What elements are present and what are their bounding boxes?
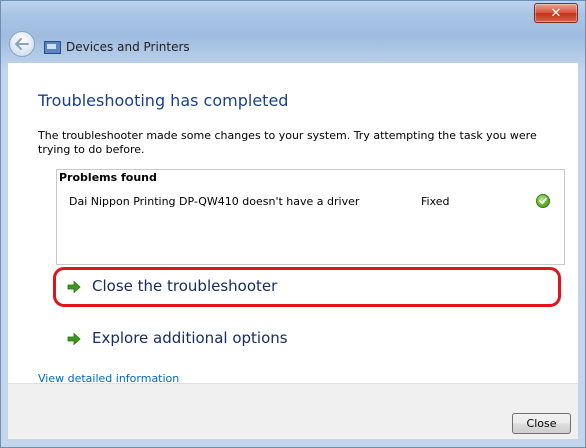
- problem-status: Fixed: [421, 195, 450, 208]
- troubleshooter-window: ✕ Devices and Printers Troubleshooting h…: [0, 0, 586, 448]
- back-arrow-icon: [15, 38, 29, 50]
- green-check-icon: [536, 194, 550, 208]
- navigation-bar: Devices and Printers: [1, 27, 585, 63]
- problem-row: Dai Nippon Printing DP-QW410 doesn't hav…: [57, 192, 564, 210]
- close-troubleshooter-link[interactable]: Close the troubleshooter: [56, 273, 546, 301]
- problems-found-box: Problems found Dai Nippon Printing DP-QW…: [56, 169, 565, 265]
- explore-options-link[interactable]: Explore additional options: [56, 325, 546, 353]
- close-button[interactable]: Close: [512, 413, 571, 434]
- nav-title: Devices and Printers: [66, 40, 190, 54]
- problem-description: Dai Nippon Printing DP-QW410 doesn't hav…: [69, 195, 360, 208]
- content-panel: Troubleshooting has completed The troubl…: [8, 63, 578, 385]
- close-icon: ✕: [550, 5, 562, 21]
- green-arrow-icon: [67, 332, 81, 346]
- problems-title: Problems found: [59, 171, 157, 184]
- window-close-button[interactable]: ✕: [534, 3, 578, 23]
- green-arrow-icon: [67, 280, 81, 294]
- back-button[interactable]: [9, 31, 35, 57]
- description-text: The troubleshooter made some changes to …: [38, 129, 537, 156]
- devices-and-printers-icon: [44, 41, 61, 54]
- page-heading: Troubleshooting has completed: [38, 91, 289, 110]
- footer-bar: Close: [8, 383, 578, 439]
- title-bar: ✕: [1, 1, 585, 27]
- explore-options-label: Explore additional options: [92, 329, 288, 347]
- close-troubleshooter-label: Close the troubleshooter: [92, 277, 278, 295]
